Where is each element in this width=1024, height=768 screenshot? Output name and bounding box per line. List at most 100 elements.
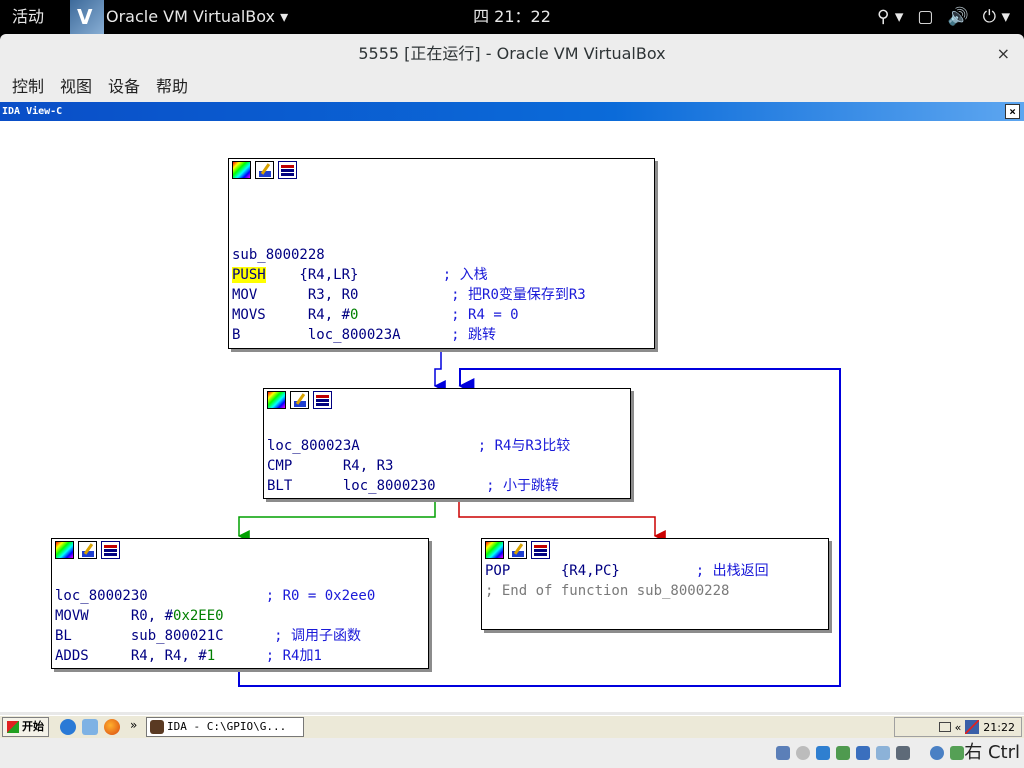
mouse-integration-icon[interactable] bbox=[930, 746, 944, 760]
comment: ; 把R0变量保存到R3 bbox=[451, 287, 586, 303]
node-header bbox=[264, 389, 630, 411]
vbox-menubar: 控制 视图 设备 帮助 bbox=[0, 72, 1024, 102]
menu-view[interactable]: 视图 bbox=[60, 72, 92, 102]
rename-icon[interactable] bbox=[255, 161, 274, 179]
window-icon[interactable]: ▢ bbox=[917, 0, 933, 34]
group-icon[interactable] bbox=[101, 541, 120, 559]
node-header bbox=[229, 159, 654, 181]
activities-button[interactable]: 活动 bbox=[12, 0, 44, 34]
asm-line: loc_8000230 ; R0 = 0x2ee0 bbox=[52, 586, 428, 606]
shared-folder-icon[interactable] bbox=[876, 746, 890, 760]
ida-graph-view[interactable]: sub_8000228 PUSH {R4,LR} ; 入栈 MOV R3, R0… bbox=[0, 121, 1024, 712]
instruction: BLT loc_8000230 bbox=[267, 478, 487, 494]
mnemonic: PUSH bbox=[232, 267, 266, 283]
edge-loop-true-to-body bbox=[237, 499, 436, 542]
volume-icon[interactable]: 🔊 bbox=[947, 0, 968, 34]
asm-line: loc_800023A ; R4与R3比较 bbox=[264, 436, 630, 456]
comment: ; R4与R3比较 bbox=[477, 438, 571, 454]
comment: ; 跳转 bbox=[451, 327, 497, 343]
audio-icon[interactable] bbox=[816, 746, 830, 760]
window-title: 5555 [正在运行] - Oracle VM VirtualBox bbox=[358, 44, 666, 63]
usb-icon[interactable] bbox=[856, 746, 870, 760]
comment: ; 小于跳转 bbox=[486, 478, 560, 494]
taskbar-task-ida[interactable]: IDA - C:\GPIO\G... bbox=[146, 717, 304, 737]
window-close-icon[interactable]: × bbox=[997, 34, 1010, 74]
explorer-icon[interactable] bbox=[82, 719, 98, 735]
immediate: 1 bbox=[206, 648, 216, 664]
asm-line: MOVW R0, #0x2EE0 bbox=[52, 606, 428, 626]
asm-line: MOV R3, R0 ; 把R0变量保存到R3 bbox=[229, 285, 654, 305]
rename-icon[interactable] bbox=[78, 541, 97, 559]
node-label[interactable]: loc_8000230 bbox=[55, 588, 266, 604]
clock[interactable]: 四 21：22 bbox=[473, 7, 551, 26]
network-icon[interactable] bbox=[836, 746, 850, 760]
task-label: IDA - C:\GPIO\G... bbox=[167, 720, 287, 733]
end-of-function-comment: ; End of function sub_8000228 bbox=[485, 583, 730, 599]
group-icon[interactable] bbox=[278, 161, 297, 179]
padding bbox=[215, 648, 266, 664]
graph-node-loc-800023a[interactable]: loc_800023A ; R4与R3比较 CMP R4, R3 BLT loc… bbox=[263, 388, 631, 499]
asm-line: BLT loc_8000230 ; 小于跳转 bbox=[264, 476, 630, 496]
instruction: POP {R4,PC} bbox=[485, 563, 696, 579]
asm-line: MOVS R4, #0 ; R4 = 0 bbox=[229, 305, 654, 325]
asm-line: PUSH {R4,LR} ; 入栈 bbox=[229, 265, 654, 285]
keyboard-icon[interactable] bbox=[938, 722, 951, 732]
hard-disk-icon[interactable] bbox=[776, 746, 790, 760]
instruction: B loc_800023A bbox=[232, 327, 452, 343]
edge-loop-false-to-exit bbox=[458, 499, 666, 542]
asm-line: B loc_800023A ; 跳转 bbox=[229, 325, 654, 345]
node-label[interactable]: sub_8000228 bbox=[229, 245, 654, 265]
optical-drive-icon[interactable] bbox=[796, 746, 810, 760]
instruction: MOVS R4, # bbox=[232, 307, 351, 323]
node-header bbox=[52, 539, 428, 561]
ida-view-title: IDA View-C bbox=[2, 106, 63, 117]
node-header bbox=[482, 539, 828, 561]
asm-line: ADDS R4, R4, #1 ; R4加1 bbox=[52, 646, 428, 666]
start-button[interactable]: 开始 bbox=[2, 717, 49, 737]
instruction: ADDS R4, R4, # bbox=[55, 648, 207, 664]
comment: ; R4 = 0 bbox=[451, 307, 519, 323]
comment: ; R0 = 0x2ee0 bbox=[265, 588, 376, 604]
power-icon[interactable]: ⏻ ▾ bbox=[983, 0, 1010, 34]
tray-clock[interactable]: 21:22 bbox=[983, 721, 1015, 734]
comment: ; R4加1 bbox=[265, 648, 322, 664]
asm-line: CMP R4, R3 bbox=[267, 458, 394, 474]
app-menu-label: Oracle VM VirtualBox ▾ bbox=[106, 7, 289, 26]
quicklaunch-chevron-icon[interactable]: » bbox=[130, 718, 137, 732]
graph-node-loc-8000230[interactable]: loc_8000230 ; R0 = 0x2ee0 MOVW R0, #0x2E… bbox=[51, 538, 429, 669]
group-icon[interactable] bbox=[313, 391, 332, 409]
system-tray: « 21:22 bbox=[894, 717, 1022, 737]
host-key-label[interactable]: 右 Ctrl bbox=[964, 742, 1020, 764]
color-icon[interactable] bbox=[55, 541, 74, 559]
padding bbox=[358, 307, 451, 323]
rename-icon[interactable] bbox=[508, 541, 527, 559]
rename-icon[interactable] bbox=[290, 391, 309, 409]
firefox-icon[interactable] bbox=[104, 719, 120, 735]
accessibility-icon[interactable]: ⚲ ▾ bbox=[877, 0, 903, 34]
group-icon[interactable] bbox=[531, 541, 550, 559]
keyboard-capture-icon[interactable] bbox=[950, 746, 964, 760]
color-icon[interactable] bbox=[267, 391, 286, 409]
app-menu[interactable]: Oracle VM VirtualBox ▾ bbox=[70, 0, 288, 34]
comment: ; 调用子函数 bbox=[274, 628, 362, 644]
node-label[interactable]: loc_800023A bbox=[267, 438, 478, 454]
system-indicators[interactable]: ⚲ ▾ ▢ 🔊 ⏻ ▾ bbox=[877, 0, 1010, 34]
graph-node-sub-8000228[interactable]: sub_8000228 PUSH {R4,LR} ; 入栈 MOV R3, R0… bbox=[228, 158, 655, 349]
ie-icon[interactable] bbox=[60, 719, 76, 735]
tray-chevron-icon[interactable]: « bbox=[955, 721, 962, 734]
guest-display[interactable]: IDA View-C × sub_8000228 PUSH {R4,LR} ; … bbox=[0, 102, 1024, 738]
menu-help[interactable]: 帮助 bbox=[156, 72, 188, 102]
display-icon[interactable] bbox=[896, 746, 910, 760]
instruction: BL sub_800021C bbox=[55, 628, 275, 644]
color-icon[interactable] bbox=[232, 161, 251, 179]
menu-control[interactable]: 控制 bbox=[12, 72, 44, 102]
network-disconnected-icon[interactable] bbox=[965, 720, 980, 734]
graph-node-exit[interactable]: POP {R4,PC} ; 出栈返回 ; End of function sub… bbox=[481, 538, 829, 630]
ida-view-close-icon[interactable]: × bbox=[1005, 104, 1020, 119]
asm-line: BL sub_800021C ; 调用子函数 bbox=[52, 626, 428, 646]
virtualbox-logo-icon bbox=[70, 0, 104, 34]
gnome-top-bar: 活动 Oracle VM VirtualBox ▾ 四 21：22 ⚲ ▾ ▢ … bbox=[0, 0, 1024, 34]
comment: ; 出栈返回 bbox=[695, 563, 769, 579]
color-icon[interactable] bbox=[485, 541, 504, 559]
menu-devices[interactable]: 设备 bbox=[108, 72, 140, 102]
